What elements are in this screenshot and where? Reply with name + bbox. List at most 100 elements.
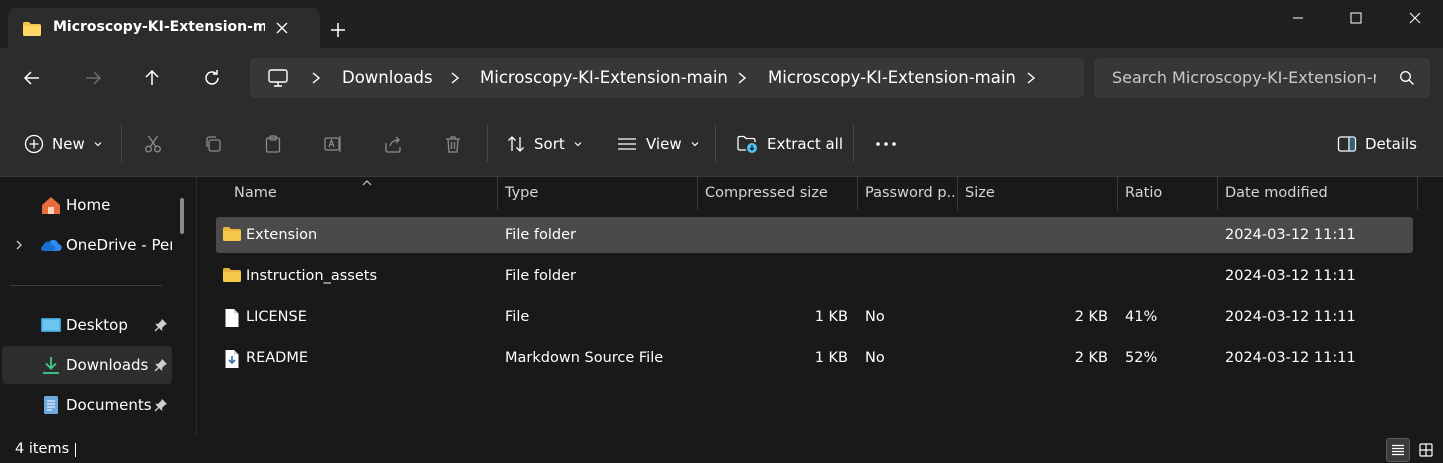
list-view-icon [618, 138, 636, 150]
breadcrumb-folder[interactable]: Microscopy-KI-Extension-main [480, 68, 728, 87]
pane-divider [196, 177, 197, 435]
tab-active[interactable]: Microscopy-KI-Extension-main [8, 8, 320, 48]
sidebar-item-downloads[interactable]: Downloads [2, 346, 172, 384]
pin-icon[interactable] [154, 318, 168, 336]
details-label: Details [1365, 135, 1418, 153]
up-button[interactable] [140, 66, 164, 90]
column-divider[interactable] [697, 177, 698, 210]
rename-button[interactable] [323, 132, 343, 156]
address-row: Downloads Microscopy-KI-Extension-main M… [0, 48, 1443, 110]
column-divider[interactable] [497, 177, 498, 210]
extract-all-button[interactable]: Extract all [737, 132, 843, 156]
details-view-button[interactable] [1386, 438, 1410, 462]
column-divider[interactable] [957, 177, 958, 210]
pin-icon[interactable] [154, 358, 168, 376]
column-header-type[interactable]: Type [505, 185, 538, 201]
table-row[interactable]: Instruction_assets File folder 2024-03-1… [216, 258, 1413, 294]
close-tab-icon[interactable] [274, 20, 290, 36]
table-row[interactable]: LICENSE File 1 KB No 2 KB 41% 2024-03-12… [216, 299, 1413, 335]
new-button[interactable]: New [24, 132, 103, 156]
search-placeholder: Search Microscopy-KI-Extension-main [1112, 68, 1376, 87]
file-type: File folder [505, 227, 576, 243]
chevron-right-icon[interactable] [14, 239, 24, 255]
sidebar-item-desktop[interactable]: Desktop [2, 306, 172, 344]
close-window-button[interactable] [1392, 0, 1438, 36]
pin-icon[interactable] [154, 398, 168, 416]
chevron-down-icon [574, 142, 582, 147]
downloads-icon [40, 355, 62, 375]
column-header-size[interactable]: Size [965, 185, 995, 201]
search-icon[interactable] [1399, 70, 1415, 90]
new-tab-button[interactable] [326, 18, 350, 42]
desktop-icon [40, 315, 62, 335]
title-bar: Microscopy-KI-Extension-main [0, 0, 1443, 48]
sort-icon [508, 136, 524, 152]
column-divider[interactable] [1417, 177, 1418, 210]
refresh-button[interactable] [200, 66, 224, 90]
column-header-name[interactable]: Name [234, 185, 277, 201]
home-icon [40, 195, 62, 215]
share-button[interactable] [383, 132, 403, 156]
breadcrumb-subfolder[interactable]: Microscopy-KI-Extension-main [768, 68, 1016, 87]
paste-button[interactable] [263, 132, 283, 156]
chevron-right-icon[interactable] [1025, 71, 1037, 85]
tab-title: Microscopy-KI-Extension-main [53, 19, 265, 35]
share-icon [385, 136, 401, 153]
minimize-button[interactable] [1275, 0, 1321, 36]
column-header-ratio[interactable]: Ratio [1125, 185, 1162, 201]
item-count: 4 items [15, 441, 70, 457]
address-bar[interactable]: Downloads Microscopy-KI-Extension-main M… [250, 58, 1084, 98]
table-row[interactable]: README Markdown Source File 1 KB No 2 KB… [216, 340, 1413, 376]
file-icon [224, 308, 240, 332]
column-header-row: Name Type Compressed size Password p... … [216, 177, 1416, 210]
tiles-view-icon [1419, 443, 1433, 457]
back-button[interactable] [20, 66, 44, 90]
details-button[interactable]: Details [1337, 132, 1417, 156]
column-divider[interactable] [1217, 177, 1218, 210]
sidebar-item-home[interactable]: Home [2, 186, 172, 224]
maximize-button[interactable] [1333, 0, 1379, 36]
navigation-pane: Home OneDrive - Personal Desktop Downloa… [0, 177, 190, 435]
column-divider[interactable] [857, 177, 858, 210]
file-name: Extension [246, 227, 318, 243]
forward-button[interactable] [81, 66, 105, 90]
chevron-right-icon[interactable] [449, 71, 461, 85]
markdown-file-icon [224, 349, 240, 373]
this-pc-icon[interactable] [267, 68, 289, 92]
file-type: File [505, 309, 530, 325]
sidebar-item-documents[interactable]: Documents [2, 386, 172, 424]
chevron-down-icon [691, 142, 699, 147]
details-pane-icon [1337, 136, 1357, 152]
sidebar-scrollbar[interactable] [180, 198, 184, 234]
file-date: 2024-03-12 11:11 [1225, 309, 1356, 325]
more-options-button[interactable] [875, 132, 897, 156]
column-header-password-protected[interactable]: Password p... [865, 185, 955, 201]
file-type: File folder [505, 268, 576, 284]
sort-button[interactable]: Sort [506, 132, 583, 156]
sidebar-item-onedrive[interactable]: OneDrive - Personal [2, 226, 172, 264]
file-name: README [246, 350, 308, 366]
toolbar-divider [853, 124, 854, 162]
file-type: Markdown Source File [505, 350, 664, 366]
delete-button[interactable] [443, 132, 463, 156]
toolbar-divider [715, 124, 716, 162]
column-header-compressed-size[interactable]: Compressed size [705, 185, 828, 201]
chevron-right-icon[interactable] [736, 71, 748, 85]
copy-button[interactable] [203, 132, 223, 156]
cut-button[interactable] [143, 132, 163, 156]
chevron-right-icon[interactable] [310, 71, 322, 85]
tiles-view-button[interactable] [1414, 438, 1438, 462]
status-divider [75, 443, 76, 457]
column-divider[interactable] [1117, 177, 1118, 210]
table-row[interactable]: Extension File folder 2024-03-12 11:11 [216, 217, 1413, 253]
toolbar-divider [121, 124, 122, 162]
file-name: LICENSE [246, 309, 307, 325]
file-ratio: 41% [1125, 309, 1158, 325]
breadcrumb-downloads[interactable]: Downloads [342, 68, 433, 87]
view-button[interactable]: View [616, 132, 700, 156]
column-header-date-modified[interactable]: Date modified [1225, 185, 1328, 201]
plus-circle-icon [24, 134, 44, 154]
trash-icon [446, 136, 460, 153]
search-input[interactable]: Search Microscopy-KI-Extension-main [1094, 58, 1430, 98]
file-name: Instruction_assets [246, 268, 378, 284]
